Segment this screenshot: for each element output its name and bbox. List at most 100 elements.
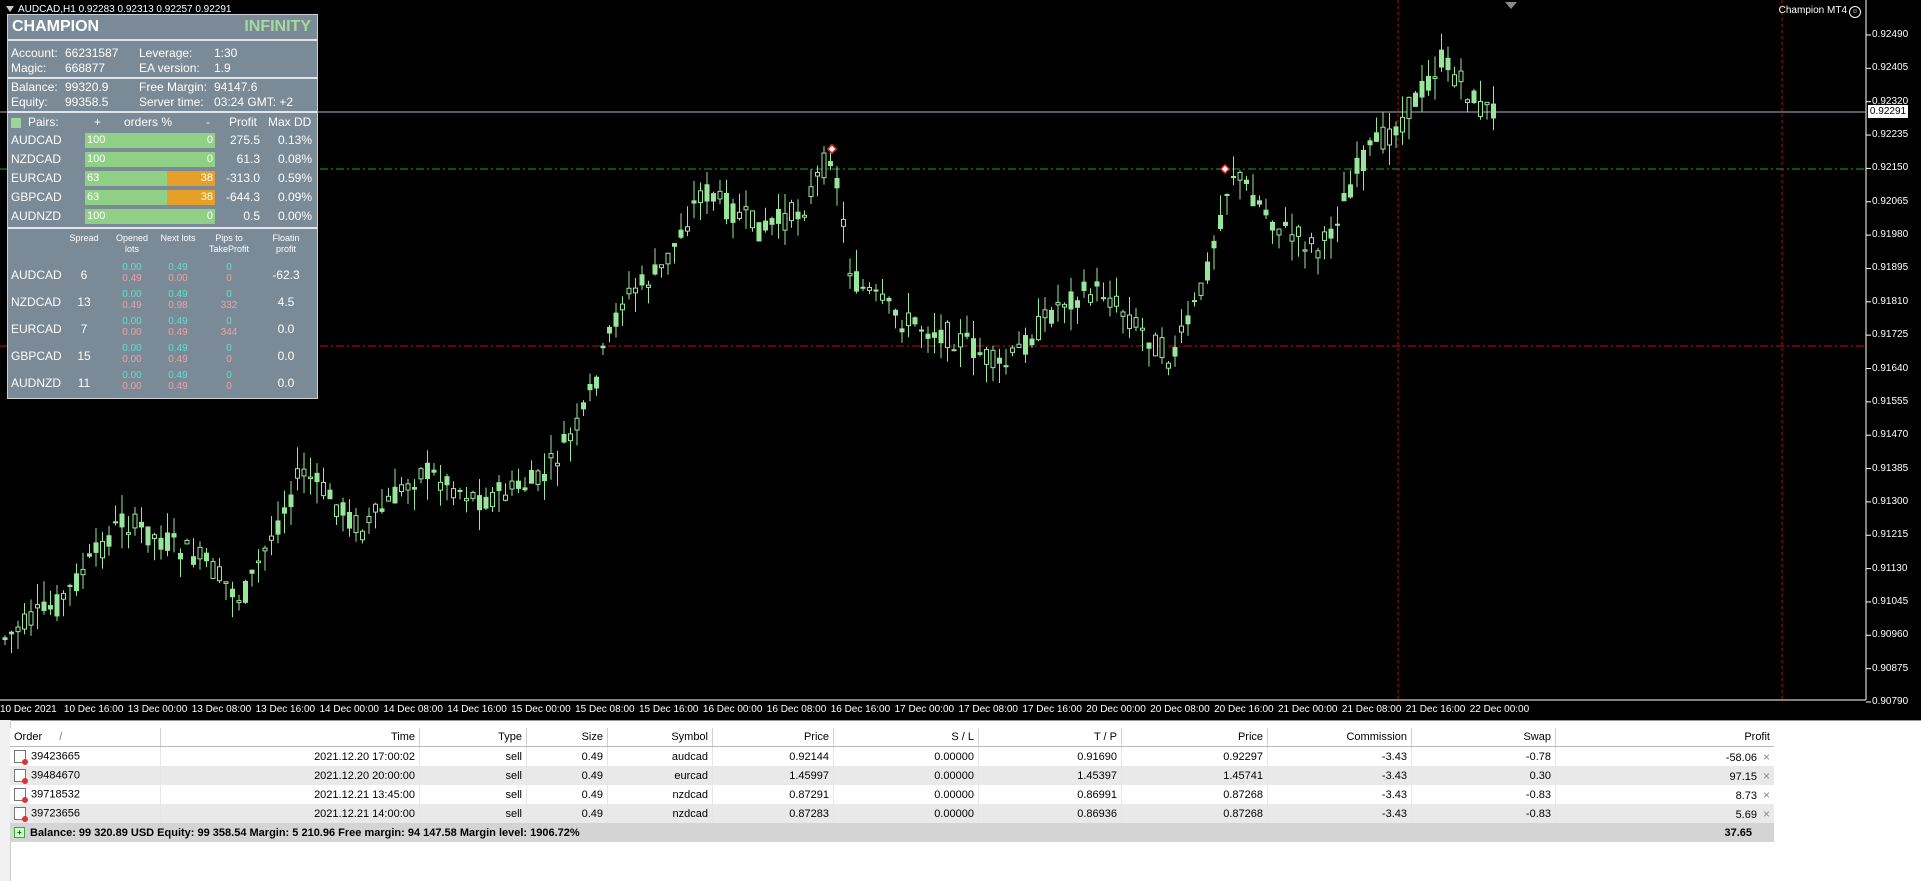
col-type[interactable]: Type — [419, 728, 527, 747]
col-tp[interactable]: T / P — [978, 728, 1122, 747]
close-order-icon[interactable]: × — [1763, 807, 1770, 821]
expand-icon[interactable]: + — [14, 827, 25, 839]
candle-body — [867, 287, 872, 291]
candle-body — [600, 345, 606, 349]
col-size[interactable]: Size — [526, 728, 608, 747]
order-row[interactable]: 39723656 2021.12.21 14:00:00 sell 0.49 nzdca… — [10, 804, 1774, 823]
order-open-price: 0.92144 — [712, 746, 834, 766]
order-profit: 97.15 — [1729, 770, 1757, 783]
time-tick-label: 13 Dec 00:00 — [127, 704, 188, 715]
order-open-price: 1.45997 — [712, 766, 834, 785]
col-commission[interactable]: Commission — [1267, 728, 1412, 747]
candle-body — [945, 321, 950, 349]
price-tick-label: 0.91810 — [1872, 295, 1909, 307]
candle-body — [971, 338, 976, 359]
detail-pair-name: GBPCAD — [11, 349, 62, 363]
next-buy-lots: 0.49 — [168, 316, 188, 327]
next-buy-lots: 0.49 — [168, 370, 188, 381]
candle-body — [1406, 96, 1412, 120]
account-row: Account: 66231587 Leverage: 1:30 — [8, 46, 317, 61]
order-commission: -3.43 — [1267, 804, 1412, 823]
col-order[interactable]: Order / — [10, 728, 161, 747]
orders-bar: 100 0 — [85, 209, 215, 224]
candle-body — [1205, 261, 1210, 281]
order-id: 39423665 — [31, 750, 80, 763]
leverage-label: Leverage: — [139, 46, 193, 60]
order-sl: 0.00000 — [833, 766, 979, 785]
order-symbol: nzdcad — [607, 804, 713, 823]
orders-bar: 100 0 — [85, 133, 215, 148]
panel-header: CHAMPION INFINITY — [8, 15, 317, 41]
pair-name: EURCAD — [11, 171, 62, 185]
detail-pair-name: AUDCAD — [11, 268, 62, 282]
candle-body — [132, 513, 138, 529]
close-order-icon[interactable]: × — [1763, 769, 1770, 783]
candle-body — [373, 503, 378, 513]
sell-order-icon — [14, 788, 28, 803]
details-header-pips: Pips to TakeProfit — [208, 233, 250, 254]
col-profit[interactable]: Profit — [1555, 728, 1774, 747]
candle-body — [704, 184, 710, 202]
order-tp: 0.86936 — [978, 804, 1122, 823]
candle-body — [496, 482, 502, 491]
order-row[interactable]: 39423665 2021.12.20 17:00:02 sell 0.49 audca… — [10, 746, 1774, 766]
candle-body — [1302, 249, 1308, 252]
pair-row: GBPCAD 63 38 -644.3 0.09% — [8, 188, 317, 207]
orders-bar: 63 38 — [85, 171, 215, 186]
detail-spread: 13 — [77, 295, 91, 309]
panel-brand: CHAMPION — [12, 18, 100, 35]
candle-body — [1426, 75, 1431, 91]
order-row[interactable]: 39484670 2021.12.20 20:00:00 sell 0.49 eurca… — [10, 766, 1774, 785]
candle-body — [1400, 116, 1405, 133]
close-order-icon[interactable]: × — [1763, 788, 1770, 802]
candle-body — [139, 521, 144, 528]
candle-body — [80, 568, 86, 576]
order-row[interactable]: 39718532 2021.12.21 13:45:00 sell 0.49 nzdca… — [10, 785, 1774, 804]
candle-body — [841, 218, 846, 227]
candle-body — [1153, 334, 1158, 357]
pair-row: EURCAD 63 38 -313.0 0.59% — [8, 169, 317, 188]
orders-table: Order / Time Type Size Symbol Price S / … — [10, 728, 1774, 842]
candle-body — [1341, 193, 1347, 202]
order-time: 2021.12.20 20:00:00 — [160, 766, 420, 785]
candle-body — [93, 542, 99, 553]
col-time[interactable]: Time — [160, 728, 420, 747]
col-symbol[interactable]: Symbol — [607, 728, 713, 747]
candle-body — [1257, 200, 1262, 205]
price-chart[interactable]: AUDCAD,H1 0.92283 0.92313 0.92257 0.9229… — [0, 0, 1921, 720]
order-commission: -3.43 — [1267, 746, 1412, 766]
candle-body — [1309, 237, 1314, 245]
next-buy-lots: 0.49 — [168, 289, 188, 300]
candle-body — [613, 312, 619, 327]
candle-body — [483, 496, 489, 509]
candle-body — [1283, 221, 1288, 226]
orders-sell-pct: 38 — [200, 172, 213, 184]
time-tick-label: 10 Dec 16:00 — [63, 704, 124, 715]
time-tick-label: 10 Dec 2021 — [0, 704, 57, 715]
candle-body — [379, 508, 385, 512]
candle-body — [1172, 347, 1178, 357]
candle-body — [652, 264, 658, 275]
candle-body — [1328, 228, 1334, 239]
candle-body — [269, 535, 274, 541]
col-swap[interactable]: Swap — [1411, 728, 1556, 747]
pairs-toggle-icon[interactable] — [11, 118, 21, 128]
candle-body — [977, 352, 983, 355]
col-price[interactable]: Price — [712, 728, 834, 747]
order-size: 0.49 — [526, 746, 608, 766]
price-tick-label: 0.91555 — [1872, 395, 1909, 407]
col-current-price[interactable]: Price — [1121, 728, 1268, 747]
ea-label[interactable]: Champion MT4 ☺ — [1779, 5, 1861, 18]
candle-body — [646, 284, 651, 288]
opened-buy-lots: 0.00 — [122, 262, 142, 273]
chart-shift-marker[interactable] — [1505, 2, 1517, 9]
close-order-icon[interactable]: × — [1763, 750, 1770, 764]
col-sl[interactable]: S / L — [833, 728, 979, 747]
candle-body — [301, 468, 307, 477]
candle-body — [126, 532, 131, 535]
sort-indicator-icon: / — [59, 731, 63, 743]
opened-sell-lots: 0.49 — [122, 300, 142, 311]
dropdown-triangle-icon[interactable] — [6, 6, 14, 13]
order-type: sell — [419, 746, 527, 766]
candle-body — [906, 312, 911, 327]
